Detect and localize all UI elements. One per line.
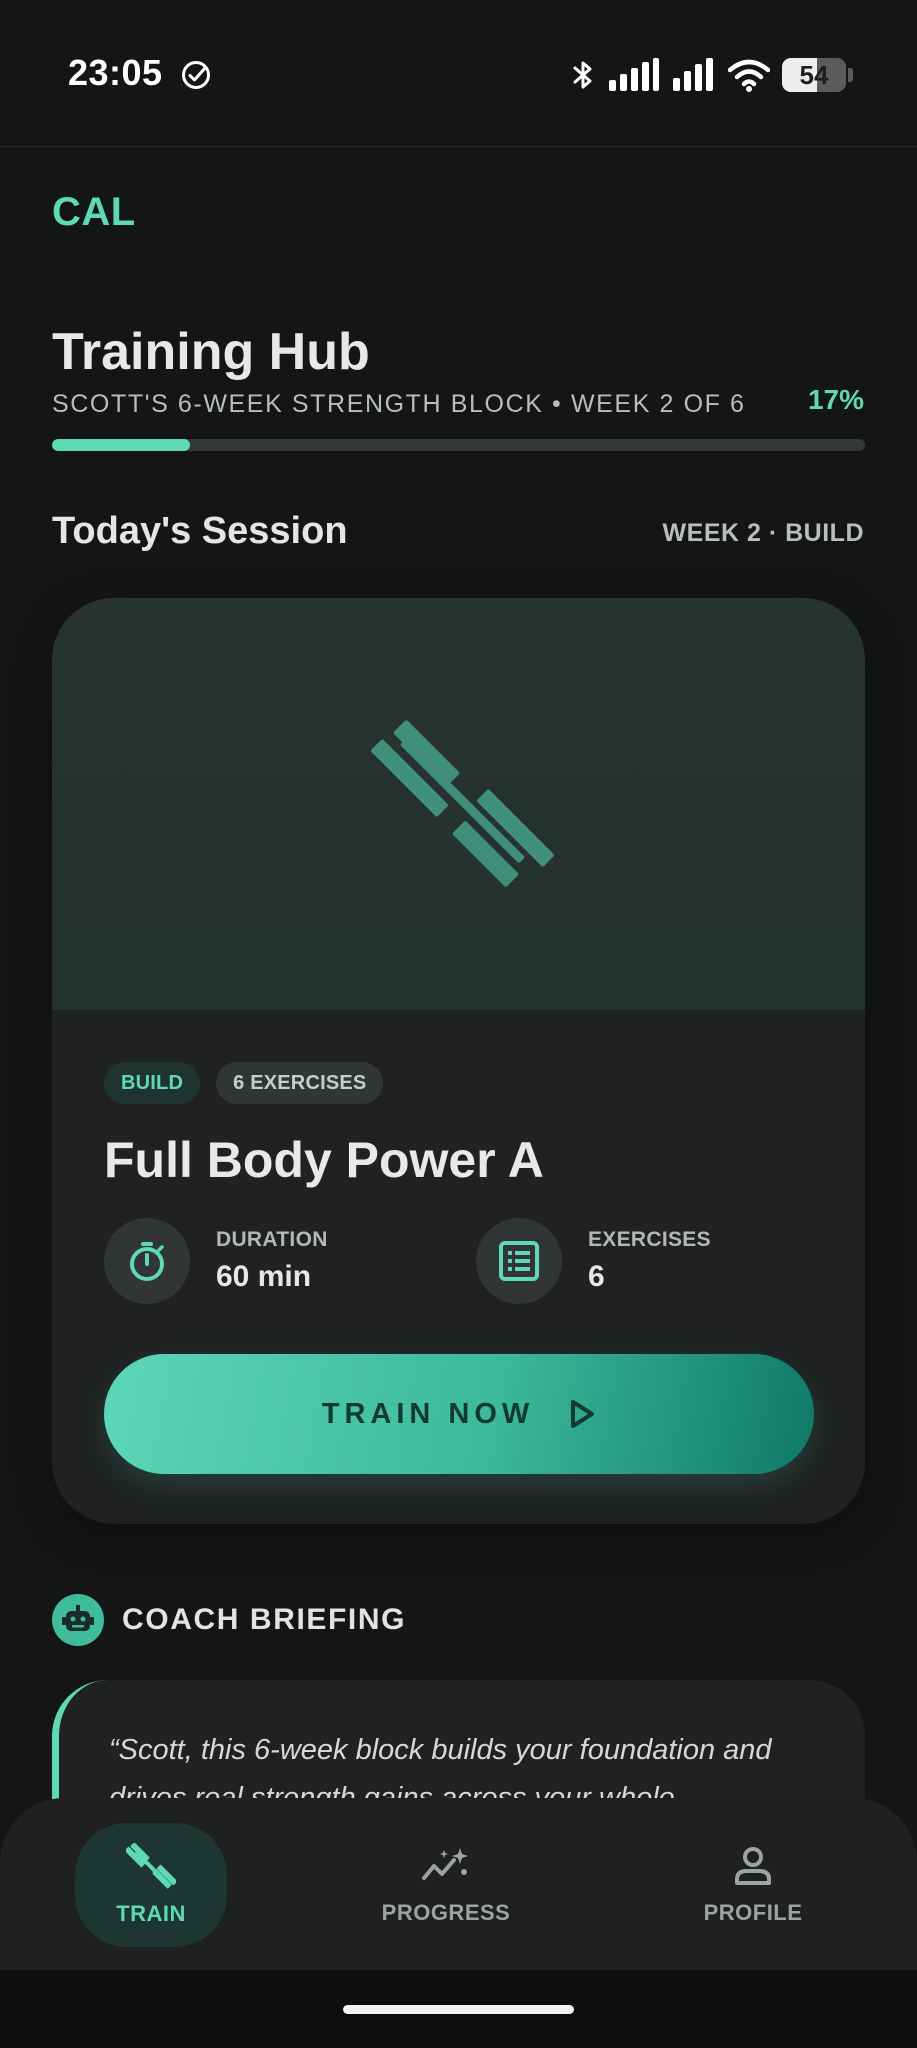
session-tags: BUILD 6 EXERCISES <box>104 1062 384 1104</box>
coach-briefing-title: COACH BRIEFING <box>122 1603 407 1636</box>
stopwatch-icon <box>104 1218 190 1304</box>
duration-value: 60 min <box>216 1260 312 1293</box>
battery-tip <box>848 68 853 82</box>
nav-item-train[interactable]: TRAIN <box>75 1823 227 1947</box>
person-icon <box>735 1847 771 1885</box>
app-brand: CAL <box>52 190 136 234</box>
nav-item-progress[interactable]: PROGRESS <box>370 1823 522 1947</box>
program-progress-bar <box>52 439 865 451</box>
signal-icon <box>609 58 659 91</box>
page-title: Training Hub <box>52 323 370 381</box>
program-subtitle: SCOTT'S 6-WEEK STRENGTH BLOCK • WEEK 2 O… <box>52 390 746 418</box>
battery-level: 54 <box>799 59 829 90</box>
tag-exercise-count: 6 EXERCISES <box>216 1062 384 1104</box>
program-progress-percent: 17% <box>807 384 864 415</box>
train-now-button[interactable]: TRAIN NOW <box>104 1354 814 1474</box>
status-time: 23:05 <box>68 52 163 93</box>
exercises-value: 6 <box>588 1260 605 1293</box>
nav-label-profile: PROFILE <box>703 1900 803 1925</box>
nav-label-progress: PROGRESS <box>381 1900 511 1925</box>
status-bar: 23:05 54 <box>0 0 917 147</box>
program-progress-fill <box>52 439 191 451</box>
nav-label-train: TRAIN <box>116 1901 186 1926</box>
nav-item-profile[interactable]: PROFILE <box>677 1823 829 1947</box>
list-icon <box>476 1218 562 1304</box>
exercises-stat: EXERCISES 6 <box>476 1218 711 1304</box>
bottom-nav: TRAIN PROGRESS PROFILE <box>0 1798 917 1970</box>
bluetooth-icon <box>573 61 592 89</box>
duration-label: DURATION <box>216 1228 328 1251</box>
exercises-label: EXERCISES <box>588 1228 711 1251</box>
robot-icon <box>52 1594 104 1646</box>
duration-stat: DURATION 60 min <box>104 1218 328 1304</box>
battery-icon: 54 <box>782 58 846 92</box>
play-icon <box>571 1400 595 1428</box>
dumbbell-icon <box>126 1843 176 1889</box>
session-name: Full Body Power A <box>104 1132 544 1188</box>
todays-session-card[interactable]: BUILD 6 EXERCISES Full Body Power A DURA… <box>52 598 865 1524</box>
coach-briefing-header: COACH BRIEFING <box>52 1594 406 1646</box>
session-week-phase: WEEK 2 · BUILD <box>662 519 864 547</box>
session-hero <box>52 598 865 1010</box>
section-title-todays-session: Today's Session <box>52 510 348 552</box>
train-now-label: TRAIN NOW <box>321 1397 535 1430</box>
dumbbell-icon <box>371 720 554 887</box>
wifi-icon <box>728 59 770 92</box>
home-indicator[interactable] <box>343 2005 574 2014</box>
check-circle-icon <box>182 61 210 89</box>
signal-icon <box>673 58 713 91</box>
tag-build: BUILD <box>104 1062 201 1104</box>
status-icons: 54 <box>570 54 853 96</box>
chart-sparkle-icon <box>422 1848 468 1880</box>
